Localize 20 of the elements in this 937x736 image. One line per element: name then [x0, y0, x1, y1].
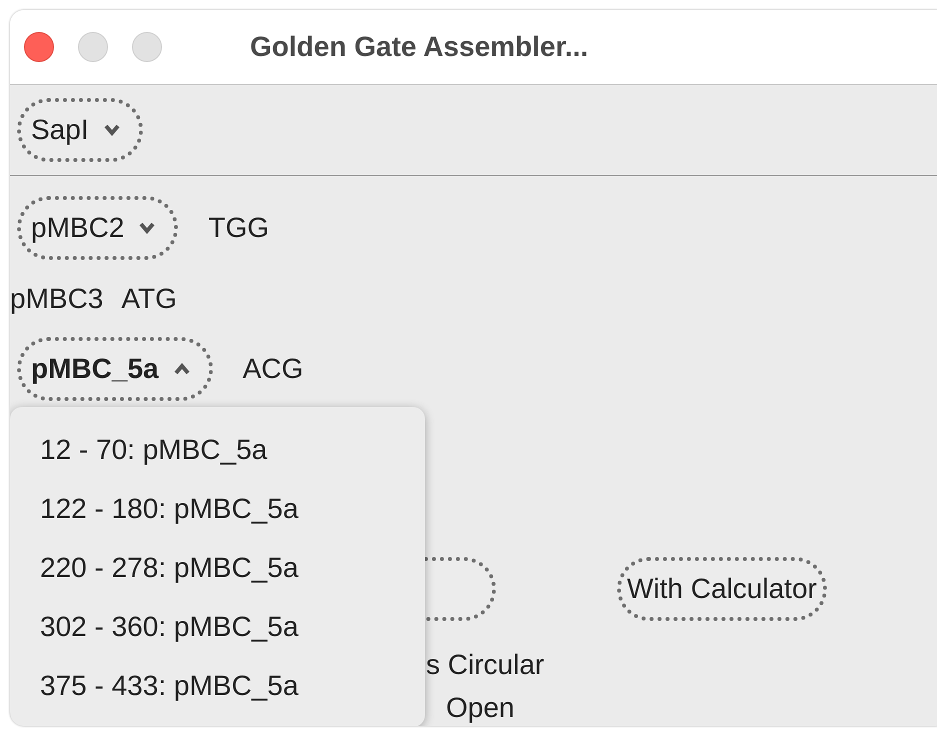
overhang-label: TGG: [208, 212, 270, 244]
part-label: pMBC3: [10, 283, 104, 315]
overhang-label: ATG: [121, 283, 177, 315]
menu-item[interactable]: 122 - 180: pMBC_5a: [10, 486, 425, 545]
calculator-button[interactable]: With Calculator: [617, 557, 827, 621]
caret-icon: [138, 222, 156, 234]
menu-item[interactable]: 12 - 70: pMBC_5a: [10, 427, 425, 486]
option-label: Open: [446, 691, 516, 725]
dropdown[interactable]: pMBC_5a: [17, 337, 213, 401]
menu-item[interactable]: 302 - 360: pMBC_5a: [10, 604, 425, 663]
option-label: s Circular: [426, 648, 544, 682]
caret-icon: [102, 124, 121, 136]
window-title: Golden Gate Assembler...: [250, 31, 588, 63]
menu-item[interactable]: 220 - 278: pMBC_5a: [10, 545, 425, 604]
caret-icon: [172, 363, 191, 375]
dropdown[interactable]: pMBC2: [17, 196, 178, 260]
dropdown[interactable]: SapI: [17, 98, 143, 162]
close-button[interactable]: [24, 32, 54, 62]
menu-item[interactable]: 375 - 433: pMBC_5a: [10, 663, 425, 722]
overhang-label: ACG: [242, 353, 304, 385]
